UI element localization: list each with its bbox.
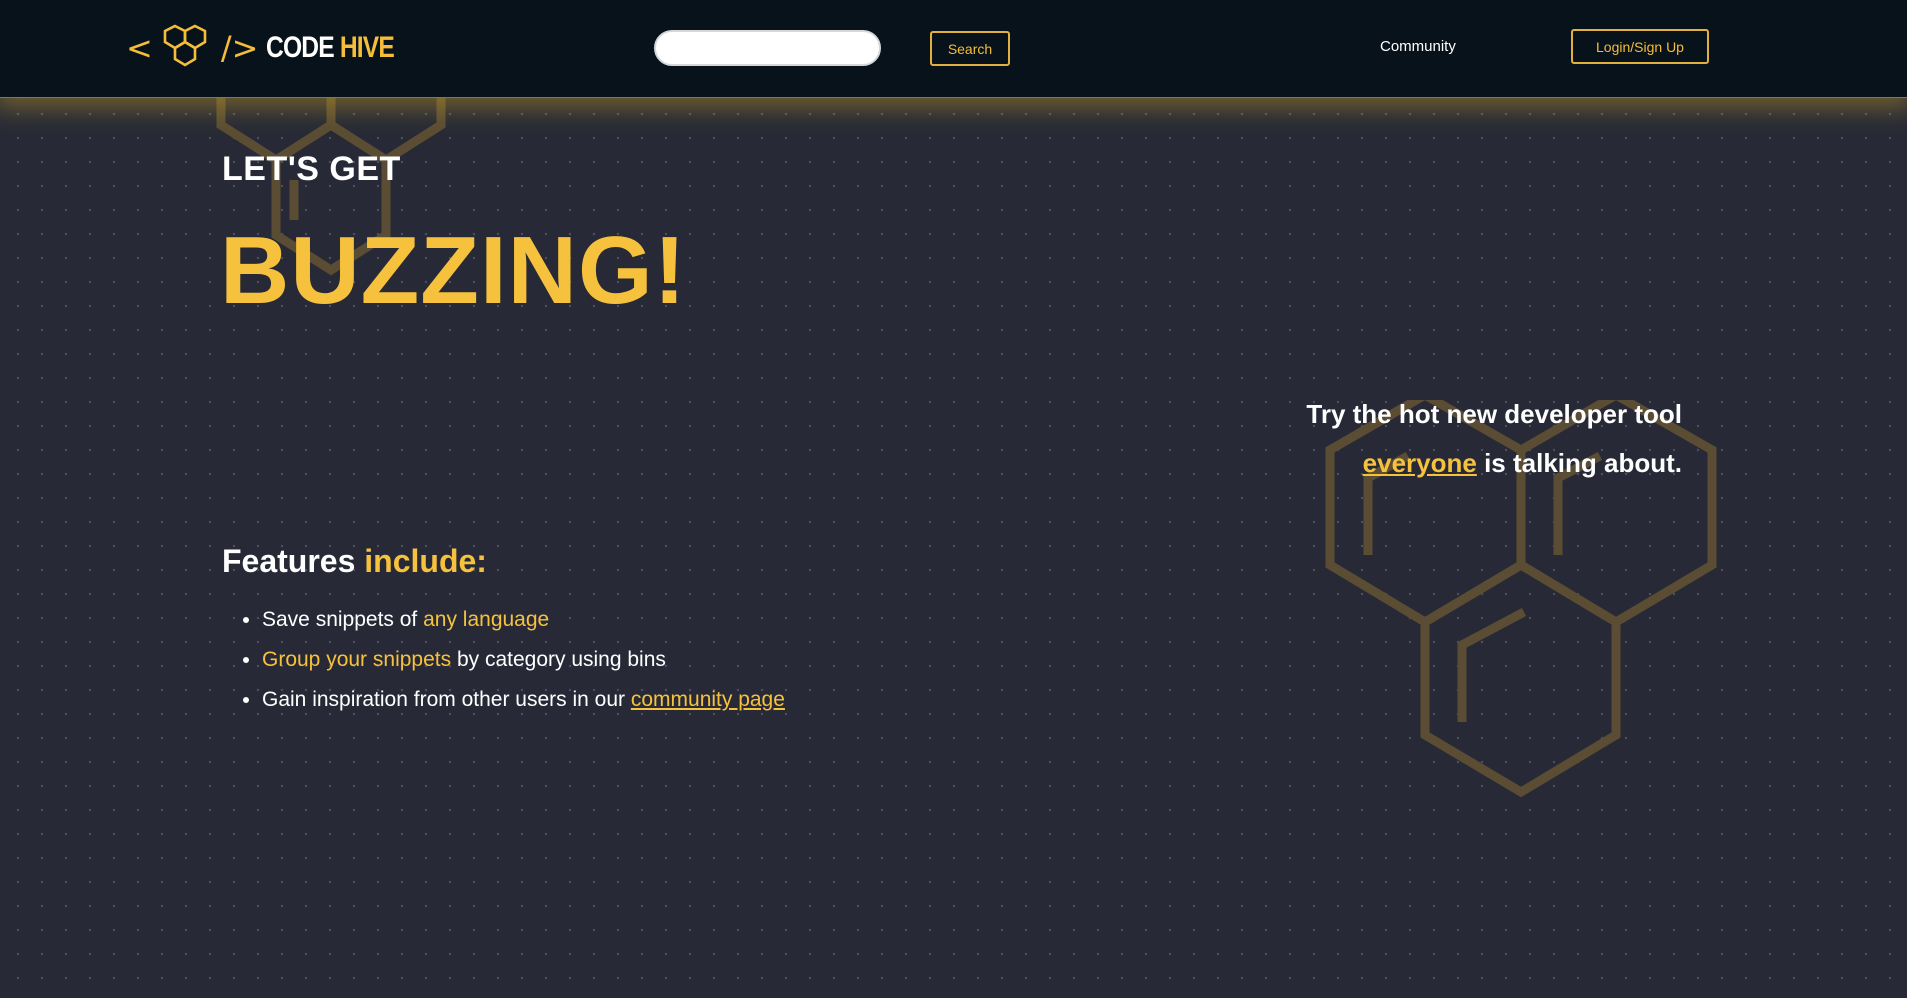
list-item: Save snippets of any language (262, 603, 785, 643)
site-logo[interactable]: < /> CODE HIVE (126, 20, 422, 76)
logo-word-code: CODE (266, 31, 335, 64)
features-title-white: Features (222, 543, 356, 579)
navbar: < /> CODE HIVE Search Community Login/Si… (0, 0, 1907, 98)
search-button[interactable]: Search (930, 31, 1010, 66)
logo-wordmark: CODE HIVE (266, 31, 395, 65)
hero-kicker: LET'S GET (222, 150, 401, 188)
list-item: Gain inspiration from other users in our… (262, 683, 785, 723)
search-input[interactable] (654, 30, 881, 66)
features-title: Features include: (222, 543, 487, 580)
tagline: Try the hot new developer tool everyone … (1260, 390, 1682, 488)
list-item: Group your snippets by category using bi… (262, 643, 785, 683)
feature-highlight: any language (423, 608, 550, 631)
nav-link-community[interactable]: Community (1380, 38, 1456, 55)
everyone-link[interactable]: everyone (1363, 448, 1477, 478)
features-list: Save snippets of any language Group your… (262, 603, 785, 723)
logo-bracket-open: < (126, 29, 153, 67)
tagline-line-2-text: is talking about. (1484, 448, 1682, 478)
tagline-line-1: Try the hot new developer tool (1306, 399, 1682, 429)
honeycomb-icon (163, 24, 207, 67)
community-page-link[interactable]: community page (631, 688, 785, 711)
logo-bracket-close: /> (220, 29, 259, 67)
features-title-yellow: include: (364, 543, 487, 579)
feature-text: Save snippets of (262, 608, 424, 631)
feature-text: by category using bins (451, 648, 666, 671)
logo-word-hive: HIVE (340, 31, 395, 64)
feature-text: Gain inspiration from other users in our (262, 688, 631, 711)
feature-highlight: Group your snippets (262, 648, 452, 671)
hero-headline: BUZZING! (220, 217, 687, 324)
tagline-line-2: everyone is talking about. (1260, 439, 1682, 488)
login-signup-button[interactable]: Login/Sign Up (1571, 29, 1709, 64)
